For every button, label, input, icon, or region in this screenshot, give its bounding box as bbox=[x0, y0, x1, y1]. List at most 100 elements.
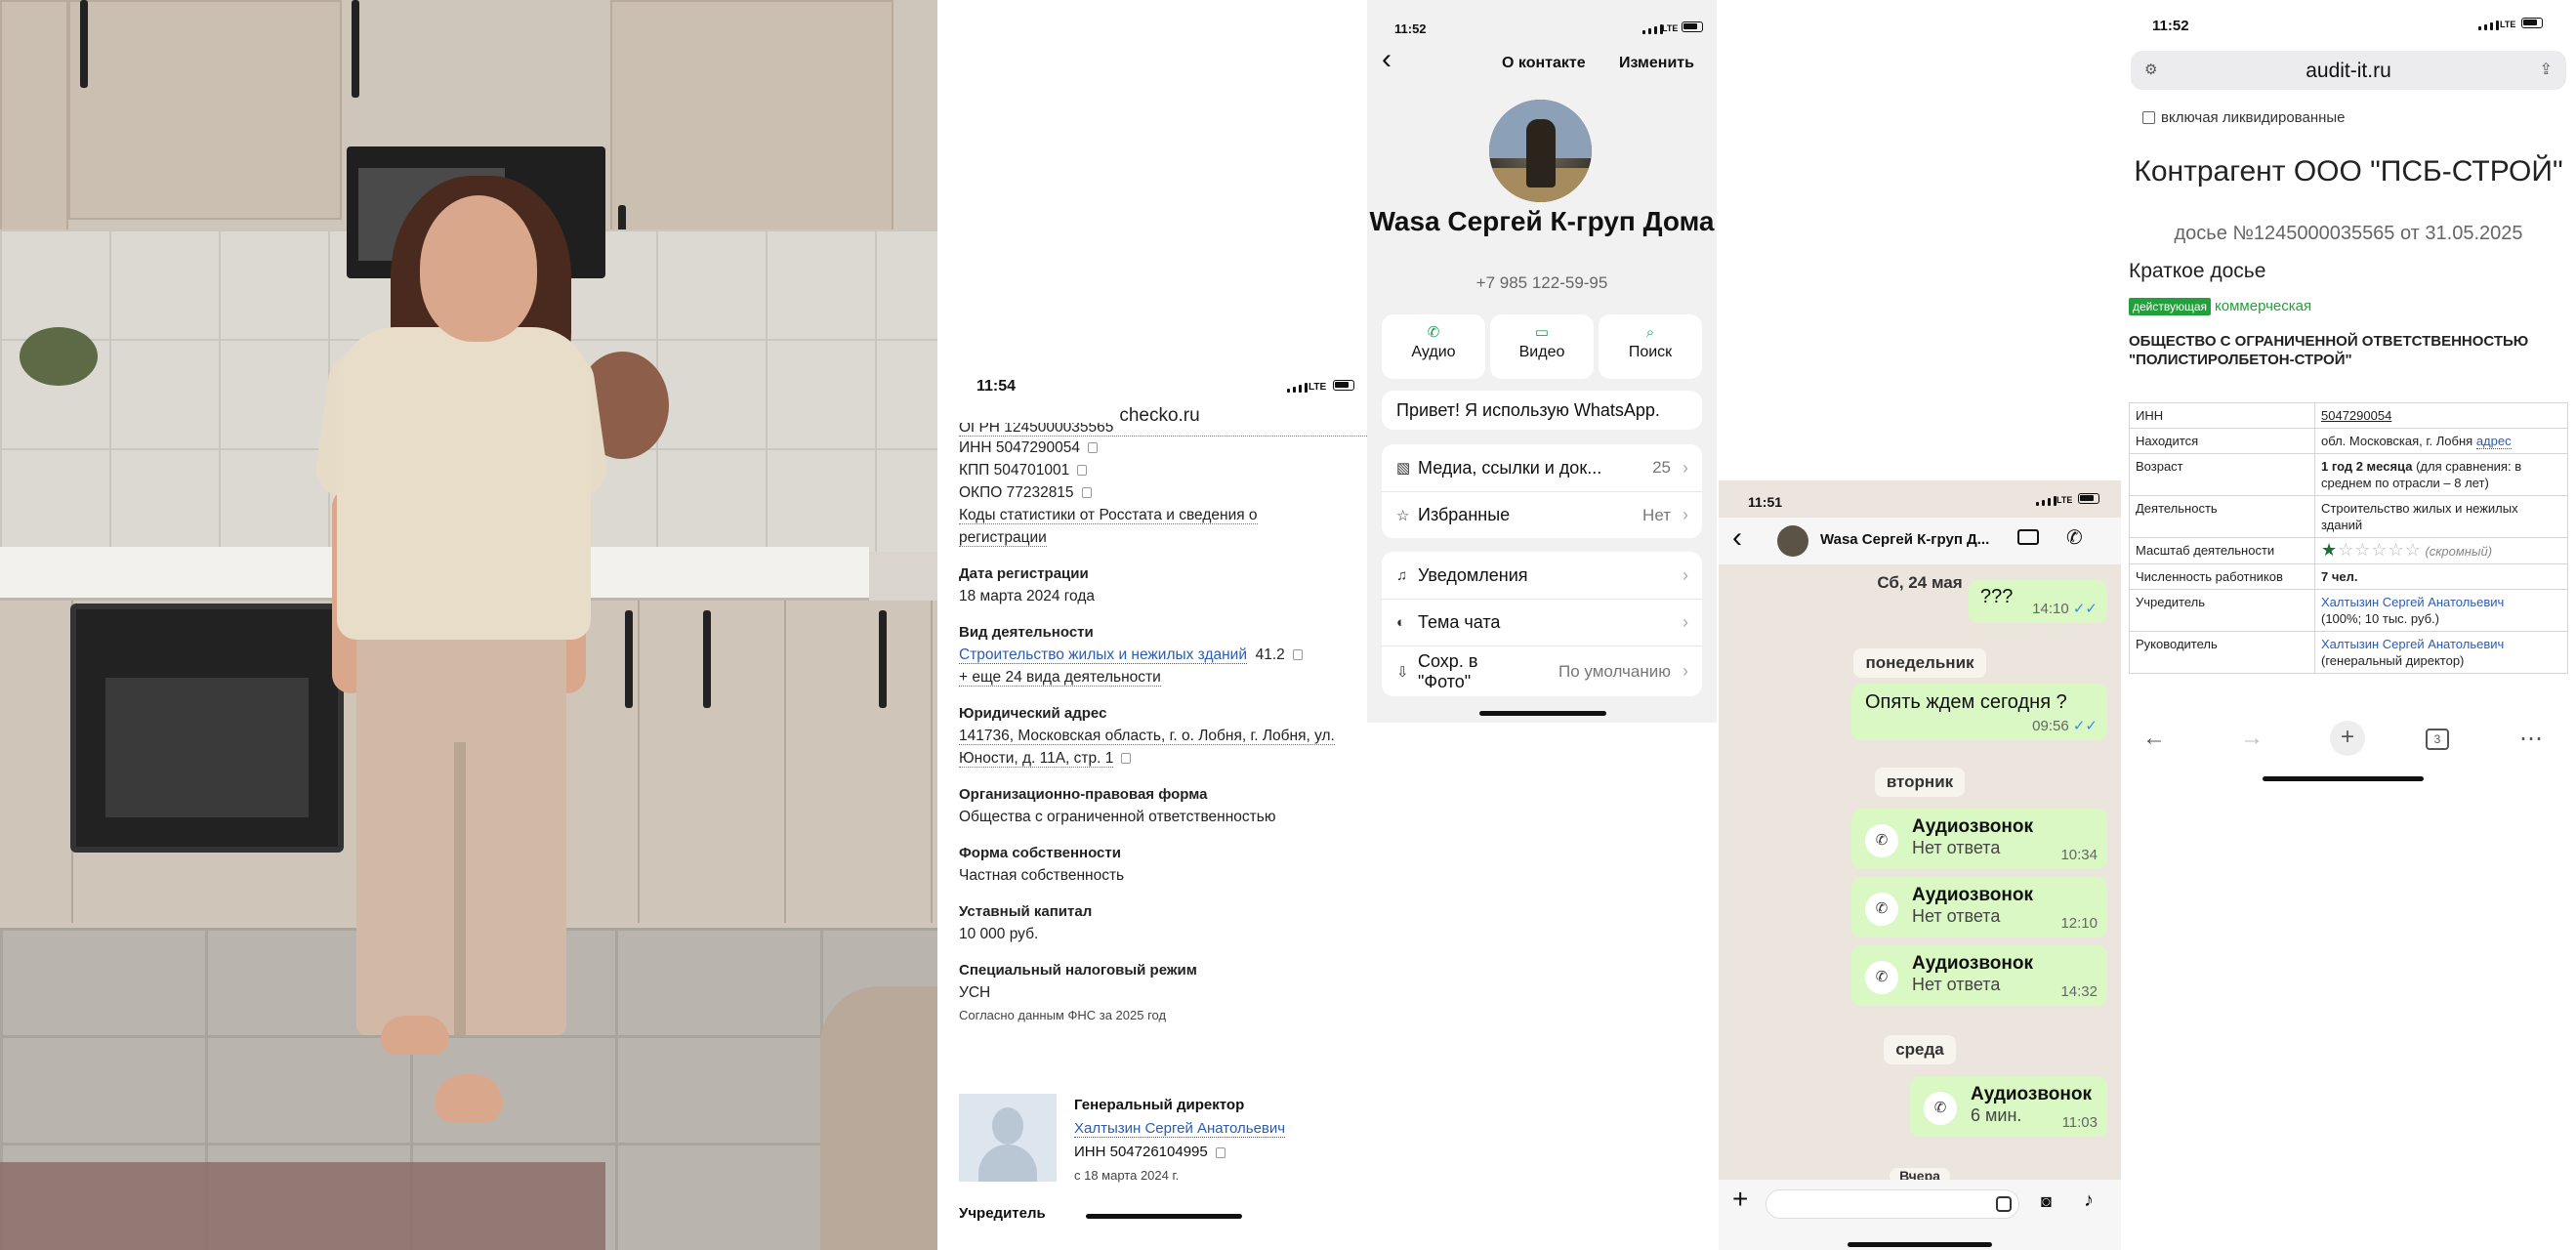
contact-avatar[interactable] bbox=[1489, 100, 1592, 202]
table-row: ИНН 5047290054 bbox=[2129, 402, 2568, 429]
video-call-button[interactable]: ▭ Видео bbox=[1490, 314, 1594, 379]
phone-icon: ✆ bbox=[1865, 961, 1898, 994]
chat-avatar[interactable] bbox=[1777, 525, 1808, 557]
activity-link[interactable]: Строительство жилых и нежилых зданий bbox=[959, 646, 1247, 664]
copy-icon[interactable] bbox=[1081, 487, 1092, 499]
call-message[interactable]: ✆ Аудиозвонок Нет ответа 12:10 bbox=[1851, 877, 2107, 938]
inn-value: ИНН 5047290054 bbox=[959, 439, 1081, 456]
whatsapp-chat: 11:51 LTE ‹ Wasa Сергей К-груп Д... ✆ Сб… bbox=[1719, 0, 2121, 1250]
director-avatar bbox=[959, 1094, 1057, 1182]
whatsapp-contact-info: 11:52 LTE ‹ О контакте Изменить Wasa Сер… bbox=[1367, 0, 1717, 723]
video-call-icon[interactable] bbox=[2017, 529, 2039, 545]
message-input[interactable] bbox=[1766, 1189, 2019, 1219]
activity-row: Строительство жилых и нежилых зданий 41.… bbox=[959, 644, 1369, 666]
copy-icon[interactable] bbox=[1077, 465, 1088, 477]
copy-icon[interactable] bbox=[1121, 753, 1132, 765]
activity-more-row[interactable]: + еще 24 вида деятельности bbox=[959, 666, 1369, 688]
plant bbox=[20, 327, 98, 386]
battery-icon bbox=[1682, 21, 1703, 32]
phone-icon[interactable]: ✆ bbox=[2066, 525, 2083, 550]
share-icon[interactable]: ⇪ bbox=[2540, 60, 2553, 79]
signal-icon bbox=[1642, 24, 1663, 34]
search-icon: ⌕ bbox=[1645, 324, 1655, 341]
contact-phone[interactable]: +7 985 122-59-95 bbox=[1367, 273, 1717, 293]
chat-contact-name[interactable]: Wasa Сергей К-груп Д... bbox=[1820, 531, 1989, 548]
battery-icon bbox=[2078, 493, 2099, 504]
cabinet-handle bbox=[625, 610, 633, 708]
activity-code: 41.2 bbox=[1255, 646, 1285, 663]
dossier-number: досье №1245000035565 от 31.05.2025 bbox=[2174, 223, 2523, 244]
back-arrow-icon[interactable]: ← bbox=[2142, 725, 2166, 752]
about-card: Привет! Я использую WhatsApp. bbox=[1382, 391, 1702, 430]
camera-icon[interactable]: ◙ bbox=[2041, 1191, 2052, 1212]
image-icon: ▧ bbox=[1396, 460, 1411, 477]
address-line-1: 141736, Московская область, г. о. Лобня,… bbox=[959, 728, 1335, 745]
copy-icon[interactable] bbox=[1215, 1146, 1226, 1158]
media-card: ▧ Медиа, ссылки и док... 25 › ☆ Избранные Нет… bbox=[1382, 444, 1702, 538]
audio-call-button[interactable]: ✆ Аудио bbox=[1382, 314, 1485, 379]
rug bbox=[0, 1162, 605, 1250]
header-title: О контакте bbox=[1502, 55, 1586, 71]
home-indicator[interactable] bbox=[1479, 711, 1606, 716]
reg-date-label: Дата регистрации bbox=[959, 565, 1089, 582]
tabs-count-button[interactable]: 3 bbox=[2426, 729, 2449, 750]
back-button[interactable]: ‹ bbox=[1382, 45, 1392, 74]
url-text[interactable]: audit-it.ru bbox=[2131, 60, 2566, 83]
capital-label: Уставный капитал bbox=[959, 903, 1093, 920]
starred-row[interactable]: ☆ Избранные Нет › bbox=[1382, 491, 1702, 538]
call-message[interactable]: ✆ Аудиозвонок 6 мин. 11:03 bbox=[1910, 1076, 2107, 1137]
director-name-link[interactable]: Халтызин Сергей Анатольевич bbox=[1074, 1120, 1286, 1138]
cabinet-handle bbox=[80, 0, 88, 88]
status-badge: действующая bbox=[2129, 298, 2212, 315]
network-label: LTE bbox=[2500, 20, 2516, 29]
sticker-icon[interactable] bbox=[1996, 1196, 2012, 1212]
audit-it-screenshot: 11:52 LTE ⚙ audit-it.ru ⇪ включая ликвид… bbox=[2121, 0, 2576, 791]
person-knit-top bbox=[337, 327, 591, 640]
back-button[interactable]: ‹ bbox=[1732, 521, 1742, 555]
theme-row[interactable]: ◐ Тема чата › bbox=[1382, 599, 1702, 646]
copy-icon[interactable] bbox=[1292, 649, 1303, 661]
okpo-value: ОКПО 77232815 bbox=[959, 484, 1074, 501]
copy-icon[interactable] bbox=[1088, 442, 1099, 454]
activity-more-link[interactable]: + еще 24 вида деятельности bbox=[959, 669, 1161, 687]
stats-link-cont[interactable]: регистрации bbox=[959, 526, 1369, 549]
table-row: Масштаб деятельности ★☆☆☆☆☆ (скромный) bbox=[2129, 537, 2568, 564]
phone-icon: ✆ bbox=[1427, 324, 1440, 341]
company-summary-table: ИНН 5047290054 Находится обл. Московская… bbox=[2129, 402, 2568, 674]
about-text: Привет! Я использую WhatsApp. bbox=[1396, 400, 1660, 420]
call-message[interactable]: ✆ Аудиозвонок Нет ответа 10:34 bbox=[1851, 809, 2107, 869]
edit-button[interactable]: Изменить bbox=[1619, 55, 1694, 72]
notifications-row[interactable]: ♫ Уведомления › bbox=[1382, 552, 1702, 599]
search-button[interactable]: ⌕ Поиск bbox=[1599, 314, 1702, 379]
plus-icon[interactable]: + bbox=[1732, 1184, 1748, 1215]
include-liquidated-checkbox[interactable]: включая ликвидированные bbox=[2142, 109, 2346, 126]
outgoing-message[interactable]: ??? 14:10 ✓✓ bbox=[1969, 580, 2107, 623]
home-indicator[interactable] bbox=[1848, 1242, 1992, 1247]
new-tab-plus-icon[interactable]: + bbox=[2330, 721, 2365, 756]
call-message[interactable]: ✆ Аудиозвонок Нет ответа 14:32 bbox=[1851, 945, 2107, 1006]
checkbox-icon[interactable] bbox=[2142, 111, 2155, 124]
read-checks-icon: ✓✓ bbox=[2072, 601, 2098, 617]
stats-link[interactable]: Коды статистики от Росстата и сведения о bbox=[959, 504, 1369, 526]
address-bar[interactable]: ⚙ audit-it.ru ⇪ bbox=[2131, 51, 2566, 90]
person-face bbox=[420, 195, 537, 342]
forward-arrow-icon[interactable]: → bbox=[2240, 725, 2264, 752]
video-icon: ▭ bbox=[1534, 324, 1550, 341]
home-indicator[interactable] bbox=[1086, 1214, 1242, 1219]
address-line-2: Юности, д. 11А, стр. 1 bbox=[959, 747, 1369, 770]
home-indicator[interactable] bbox=[2263, 776, 2424, 781]
signal-icon bbox=[2478, 21, 2499, 30]
director-inn: ИНН 504726104995 bbox=[1074, 1144, 1208, 1160]
cabinet-handle bbox=[879, 610, 887, 708]
signal-icon bbox=[2036, 496, 2057, 506]
media-row[interactable]: ▧ Медиа, ссылки и док... 25 › bbox=[1382, 444, 1702, 491]
status-time: 11:52 bbox=[2152, 18, 2189, 34]
page-title: Контрагент ООО "ПСБ-СТРОЙ" bbox=[2134, 155, 2563, 188]
microphone-icon[interactable]: ♪ bbox=[2084, 1189, 2094, 1212]
network-label: LTE bbox=[2057, 495, 2073, 505]
more-icon[interactable]: ⋯ bbox=[2519, 725, 2543, 753]
message-time: 09:56 ✓✓ bbox=[2032, 718, 2098, 734]
outgoing-message[interactable]: Опять ждем сегодня ? 09:56 ✓✓ bbox=[1851, 684, 2107, 740]
save-photo-row[interactable]: ⇩ Сохр. в "Фото" По умолчанию › bbox=[1382, 646, 1702, 696]
table-row: Учредитель Халтызин Сергей Анатольевич (1… bbox=[2129, 589, 2568, 632]
